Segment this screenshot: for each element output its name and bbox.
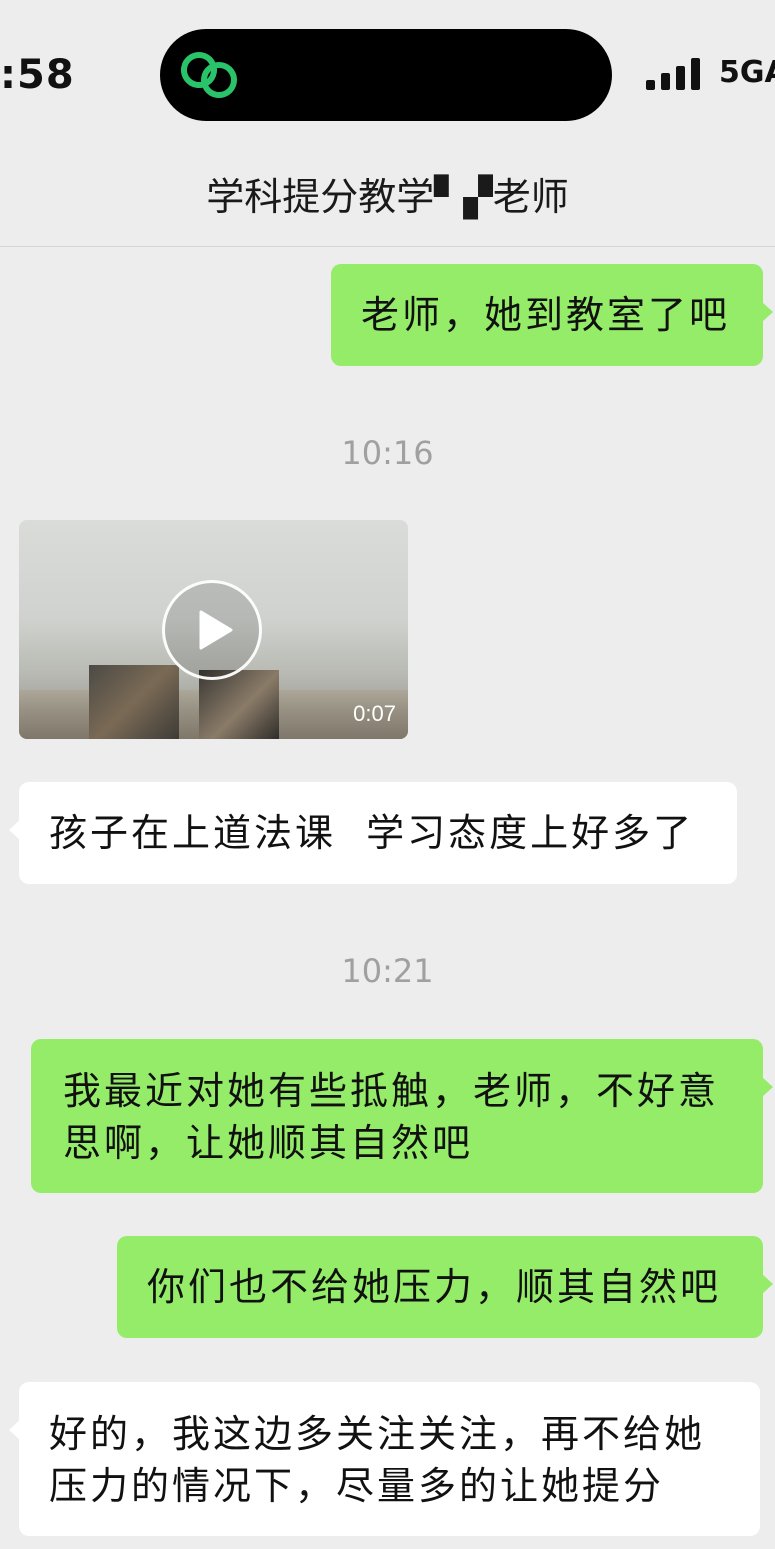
- message-text: 你们也不给她压力，顺其自然吧: [147, 1265, 722, 1309]
- timestamp: 10:16: [341, 434, 434, 472]
- message-text-line: 思啊，让她顺其自然吧: [63, 1121, 474, 1165]
- video-thumbnail-person: [199, 670, 279, 739]
- video-thumbnail-person: [89, 665, 179, 739]
- dynamic-island[interactable]: [160, 29, 612, 121]
- message-text: 老师，她到教室了吧: [361, 293, 731, 337]
- network-type: 5GA: [719, 55, 775, 90]
- status-time: :58: [0, 52, 75, 98]
- message-text: 孩子在上道法课 学习态度上好多了: [49, 811, 695, 855]
- message-bubble-received[interactable]: 孩子在上道法课 学习态度上好多了: [9, 782, 737, 884]
- timestamp: 10:21: [341, 952, 434, 990]
- play-button[interactable]: [162, 580, 262, 680]
- message-text-line: 压力的情况下，尽量多的让她提分: [49, 1464, 665, 1508]
- video-duration: 0:07: [353, 701, 396, 726]
- chat-screen: :58 5GA 学科提分教学▘▞老师 老师，她到教室了吧 10:16 0:07: [0, 0, 775, 1549]
- play-icon: [199, 610, 233, 650]
- signal-bars-icon: [646, 58, 700, 90]
- chat-title: 学科提分教学▘▞老师: [206, 175, 569, 219]
- message-bubble-sent[interactable]: 你们也不给她压力，顺其自然吧: [117, 1236, 773, 1338]
- message-bubble-received[interactable]: 好的，我这边多关注关注，再不给她 压力的情况下，尽量多的让她提分: [9, 1382, 760, 1536]
- message-bubble-sent[interactable]: 我最近对她有些抵触，老师，不好意 思啊，让她顺其自然吧: [31, 1039, 773, 1193]
- video-message[interactable]: 0:07: [19, 520, 408, 739]
- nav-divider: [0, 246, 775, 247]
- message-text-line: 我最近对她有些抵触，老师，不好意: [63, 1069, 720, 1113]
- message-bubble-sent[interactable]: 老师，她到教室了吧: [331, 264, 773, 366]
- message-text-line: 好的，我这边多关注关注，再不给她: [49, 1412, 706, 1456]
- app-link-icon: [181, 52, 237, 98]
